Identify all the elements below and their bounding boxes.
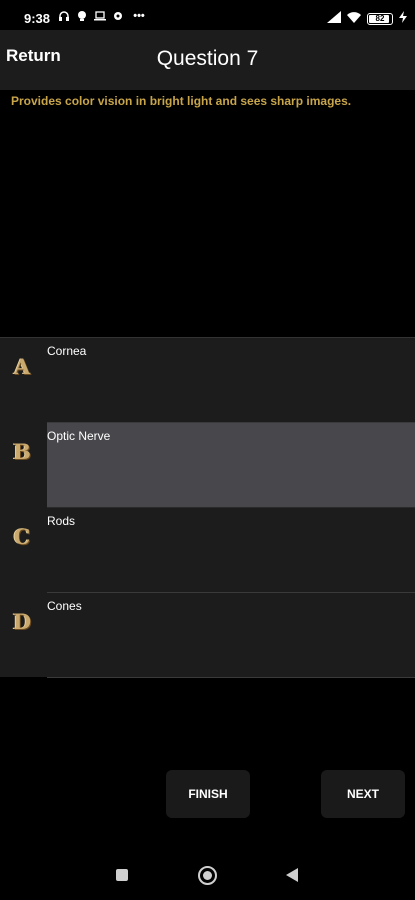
signal-icon xyxy=(327,10,341,28)
answer-label: Optic Nerve xyxy=(47,429,111,443)
header: Return Question 7 xyxy=(0,30,415,90)
answer-option-d[interactable]: D Cones xyxy=(0,593,415,678)
answer-option-b[interactable]: B Optic Nerve xyxy=(0,423,415,508)
letter-a-icon: A xyxy=(13,353,31,379)
status-bar: 9:38 ••• 82 xyxy=(0,0,415,32)
answer-box[interactable]: Cornea xyxy=(47,338,415,423)
status-icons-right: 82 xyxy=(327,10,407,28)
answer-option-a[interactable]: A Cornea xyxy=(0,338,415,423)
system-nav-bar xyxy=(0,850,415,900)
answer-box[interactable]: Cones xyxy=(47,593,415,678)
wifi-icon xyxy=(347,10,361,28)
next-button[interactable]: NEXT xyxy=(321,770,405,818)
letter-d-icon: D xyxy=(12,608,32,634)
page-title: Question 7 xyxy=(156,47,259,70)
answer-label: Cornea xyxy=(47,344,87,358)
notification-icon xyxy=(76,10,88,22)
more-icon: ••• xyxy=(133,10,145,22)
status-time: 9:38 xyxy=(24,11,51,26)
laptop-icon xyxy=(94,10,106,22)
recents-icon[interactable] xyxy=(116,869,128,881)
battery-level: 82 xyxy=(375,14,385,23)
headphones-icon xyxy=(58,10,70,22)
charging-icon xyxy=(399,10,407,28)
answer-label: Rods xyxy=(47,514,76,528)
status-icons-left: ••• xyxy=(58,10,148,22)
letter-b-icon: B xyxy=(13,438,31,464)
question-text: Provides color vision in bright light an… xyxy=(11,94,352,108)
home-icon[interactable] xyxy=(198,866,217,885)
answer-option-c[interactable]: C Rods xyxy=(0,508,415,593)
back-icon[interactable] xyxy=(286,868,298,882)
finish-button[interactable]: FINISH xyxy=(166,770,250,818)
gear-icon xyxy=(112,10,124,22)
answer-box-selected[interactable]: Optic Nerve xyxy=(47,423,415,508)
battery-icon: 82 xyxy=(367,13,393,25)
letter-c-icon: C xyxy=(13,523,31,549)
answer-label: Cones xyxy=(47,599,82,613)
answer-list: A Cornea B Optic Nerve C Rods D Cones xyxy=(0,337,415,678)
answer-box[interactable]: Rods xyxy=(47,508,415,593)
